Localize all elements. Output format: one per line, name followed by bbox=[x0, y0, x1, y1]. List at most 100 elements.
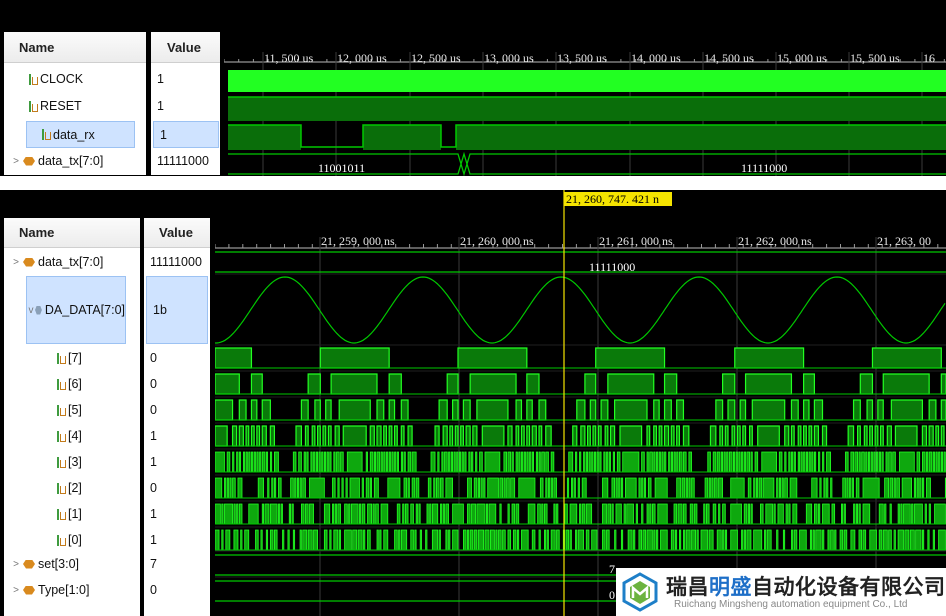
signal-name: data_rx bbox=[53, 127, 95, 142]
bus-signal-icon bbox=[23, 559, 35, 569]
signal-name: [4] bbox=[68, 429, 82, 443]
bit-signal-icon bbox=[56, 404, 66, 416]
da-data-analog-waveform bbox=[215, 276, 946, 344]
signal-name: [7] bbox=[68, 351, 82, 365]
signal-value: 0 bbox=[150, 583, 157, 597]
top-name-header[interactable]: Name bbox=[4, 32, 146, 63]
bit-signal-icon bbox=[41, 129, 51, 140]
signal-value: 0 bbox=[150, 351, 157, 365]
company-watermark: 瑞昌明盛自动化设备有限公司 Ruichang Mingsheng automat… bbox=[616, 568, 946, 616]
bit-signal-icon bbox=[56, 430, 66, 442]
expand-toggle[interactable]: v bbox=[27, 305, 35, 316]
analog-bus-icon bbox=[35, 305, 42, 315]
bit-signal-icon bbox=[56, 378, 66, 390]
signal-value: 1b bbox=[146, 276, 208, 344]
time-tick-label: 13, 000 us bbox=[484, 51, 534, 65]
bottom-waveform-area[interactable]: 21, 259, 000 ns 21, 260, 000 ns 21, 261, 0… bbox=[215, 190, 946, 616]
bit-signal-icon bbox=[56, 482, 66, 494]
signal-value: 0 bbox=[150, 377, 157, 391]
signal-row[interactable]: > data_tx[7:0] bbox=[4, 249, 145, 275]
company-logo-icon bbox=[622, 572, 658, 612]
signal-name: [5] bbox=[68, 403, 82, 417]
time-tick-label: 11, 500 us bbox=[264, 51, 314, 65]
signal-name: CLOCK bbox=[40, 72, 84, 86]
signal-value: 0 bbox=[150, 403, 157, 417]
bit-6-waveform bbox=[215, 373, 946, 395]
signal-name: [0] bbox=[68, 533, 82, 547]
time-tick-label: 15, 000 us bbox=[777, 51, 827, 65]
time-tick-label: 14, 500 us bbox=[704, 51, 754, 65]
bit-signal-icon bbox=[56, 456, 66, 468]
top-waveform-area[interactable]: 11, 500 us 12, 000 us 12, 500 us 13, 000 us… bbox=[224, 4, 946, 176]
signal-name: [1] bbox=[68, 507, 82, 521]
cursor-time-label: 21, 260, 747. 421 n bbox=[566, 192, 659, 206]
signal-name: [2] bbox=[68, 481, 82, 495]
bus-signal-icon bbox=[23, 257, 35, 267]
signal-row[interactable]: RESET bbox=[4, 93, 156, 119]
bit-signal-icon bbox=[28, 100, 38, 112]
signal-row[interactable]: > data_tx[7:0] bbox=[4, 148, 151, 174]
expand-toggle[interactable]: > bbox=[9, 585, 23, 596]
signal-value: 1 bbox=[150, 507, 157, 521]
expand-toggle[interactable]: > bbox=[9, 559, 23, 570]
signal-value: 1 bbox=[150, 429, 157, 443]
bus-value-label: 11111000 bbox=[589, 260, 635, 274]
bit-1-waveform bbox=[215, 503, 946, 525]
signal-value: 0 bbox=[150, 481, 157, 495]
expand-toggle[interactable]: > bbox=[9, 156, 23, 167]
time-tick-label: 21, 262, 000 ns bbox=[738, 234, 812, 248]
time-tick-label: 14, 000 us bbox=[631, 51, 681, 65]
company-name-cn: 瑞昌明盛自动化设备有限公司 bbox=[666, 575, 946, 599]
time-tick-label: 21, 263, 00 bbox=[877, 234, 931, 248]
bit-signal-icon bbox=[56, 534, 66, 546]
bit-0-waveform bbox=[215, 529, 946, 551]
signal-name: Type[1:0] bbox=[38, 583, 90, 597]
time-tick-label: 13, 500 us bbox=[557, 51, 607, 65]
time-tick-label: 15, 500 us bbox=[850, 51, 900, 65]
time-tick-label: 12, 500 us bbox=[411, 51, 461, 65]
time-tick-label: 21, 259, 000 ns bbox=[321, 234, 395, 248]
signal-row[interactable]: v DA_DATA[7:0] bbox=[26, 276, 126, 344]
signal-name: DA_DATA[7:0] bbox=[44, 303, 125, 317]
signal-value: 1 bbox=[150, 533, 157, 547]
company-name-en: Ruichang Mingsheng automation equipment … bbox=[674, 599, 908, 610]
signal-row[interactable]: > set[3:0] bbox=[4, 551, 145, 577]
bit-signal-icon bbox=[56, 508, 66, 520]
bottom-name-header[interactable]: Name bbox=[4, 218, 140, 248]
bus-signal-icon bbox=[23, 585, 35, 595]
signal-value: 1 bbox=[157, 99, 164, 113]
signal-name: [3] bbox=[68, 455, 82, 469]
signal-value: 7 bbox=[150, 557, 157, 571]
bit-4-waveform bbox=[215, 425, 945, 447]
signal-name: data_tx[7:0] bbox=[38, 154, 104, 168]
signal-name: RESET bbox=[40, 99, 82, 113]
signal-row[interactable]: data_rx bbox=[26, 121, 135, 148]
bus-value-label: 7 bbox=[609, 562, 615, 576]
time-tick-label: 21, 260, 000 ns bbox=[460, 234, 534, 248]
top-value-header[interactable]: Value bbox=[151, 32, 220, 63]
bit-3-waveform bbox=[215, 451, 946, 473]
time-tick-label: 16 bbox=[923, 51, 935, 65]
signal-row[interactable]: > Type[1:0] bbox=[4, 577, 145, 603]
bus-signal-icon bbox=[23, 156, 35, 166]
signal-row[interactable]: CLOCK bbox=[4, 66, 156, 92]
expand-toggle[interactable]: > bbox=[9, 257, 23, 268]
signal-name: [6] bbox=[68, 377, 82, 391]
bit-7-waveform bbox=[215, 347, 942, 369]
bit-signal-icon bbox=[28, 73, 38, 85]
signal-value: 11111000 bbox=[157, 154, 209, 168]
signal-name: set[3:0] bbox=[38, 557, 79, 571]
clock-waveform bbox=[228, 70, 946, 92]
time-tick-label: 21, 261, 000 ns bbox=[599, 234, 673, 248]
bus-value-label: 11001011 bbox=[318, 161, 365, 175]
signal-value: 1 bbox=[150, 455, 157, 469]
signal-value: 1 bbox=[153, 121, 219, 148]
bit-signal-icon bbox=[56, 352, 66, 364]
bit-5-waveform bbox=[215, 399, 946, 421]
signal-name: data_tx[7:0] bbox=[38, 255, 104, 269]
time-tick-label: 12, 000 us bbox=[337, 51, 387, 65]
signal-value: 11111000 bbox=[150, 255, 202, 269]
bottom-value-header[interactable]: Value bbox=[144, 218, 210, 248]
signal-value: 1 bbox=[157, 72, 164, 86]
bit-2-waveform bbox=[215, 477, 946, 499]
